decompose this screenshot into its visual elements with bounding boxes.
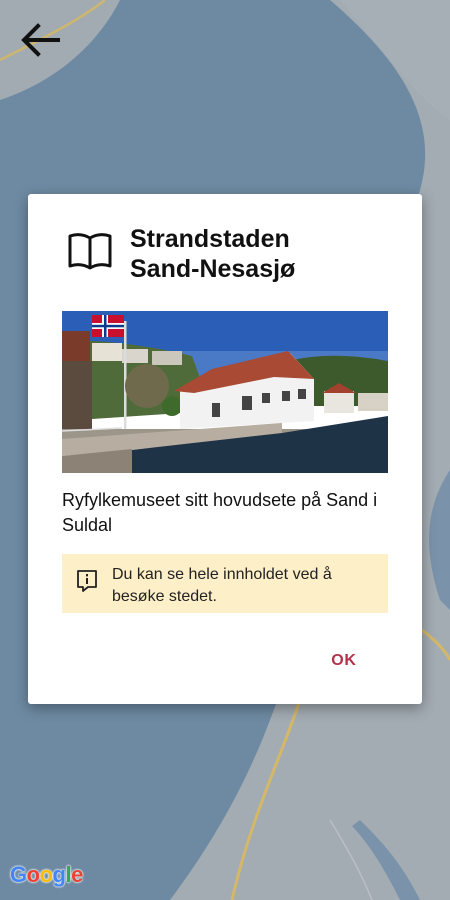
title-line-2: Sand-Nesasjø: [130, 255, 296, 283]
dialog-title: Strandstaden Sand-Nesasjø: [130, 224, 360, 284]
notice-text: Du kan se hele innholdet ved å besøke st…: [112, 566, 332, 605]
place-description: Ryfylkemuseet sitt hovudsete på Sand i S…: [62, 490, 378, 535]
title-line-1: Strandstaden: [130, 225, 290, 253]
visit-notice: Du kan se hele innholdet ved å besøke st…: [62, 554, 388, 613]
place-photo: [62, 311, 388, 473]
dialog-header: Strandstaden Sand-Nesasjø: [66, 224, 360, 284]
info-icon: [77, 570, 97, 592]
place-dialog: Strandstaden Sand-Nesasjø Ryfylkemuseet …: [28, 194, 422, 704]
google-logo: Google: [10, 862, 83, 887]
arrow-left-icon: [21, 23, 60, 57]
back-button[interactable]: [16, 18, 64, 62]
book-icon: [68, 233, 112, 270]
ok-button[interactable]: OK: [324, 646, 364, 676]
